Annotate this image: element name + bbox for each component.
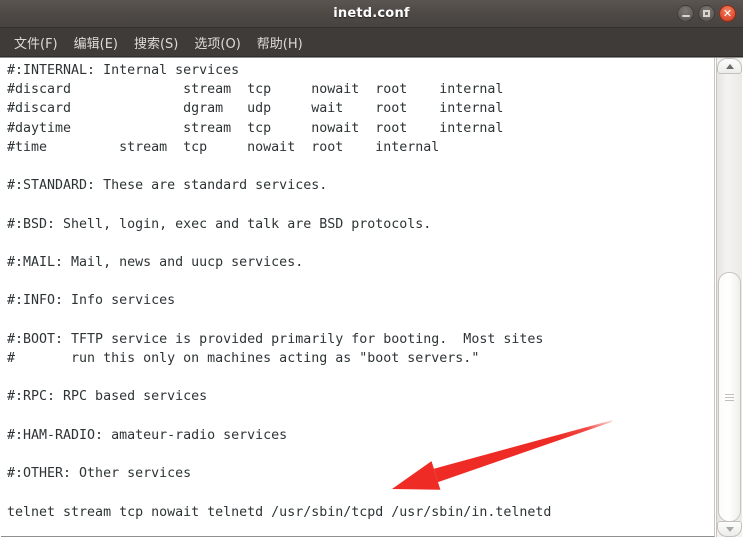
menu-item-file[interactable]: 文件(F) bbox=[6, 30, 66, 55]
minimize-icon bbox=[682, 15, 690, 17]
text-editor-area[interactable]: #:INTERNAL: Internal services #discard s… bbox=[1, 58, 715, 537]
minimize-button[interactable] bbox=[677, 5, 694, 22]
scrollbar-trough[interactable] bbox=[717, 74, 742, 522]
maximize-button[interactable] bbox=[698, 5, 715, 22]
scrollbar-thumb[interactable] bbox=[718, 272, 741, 522]
menu-item-search[interactable]: 搜索(S) bbox=[126, 30, 186, 55]
menu-item-options[interactable]: 选项(O) bbox=[186, 30, 248, 55]
menu-item-edit[interactable]: 编辑(E) bbox=[66, 30, 126, 55]
scroll-up-button[interactable] bbox=[717, 58, 742, 74]
chevron-up-icon bbox=[725, 63, 734, 69]
close-icon: ✕ bbox=[722, 6, 733, 20]
menu-item-help[interactable]: 帮助(H) bbox=[249, 30, 311, 55]
text-view-frame: #:INTERNAL: Internal services #discard s… bbox=[0, 57, 743, 539]
window-controls: ✕ bbox=[677, 5, 736, 22]
menu-bar: 文件(F) 编辑(E) 搜索(S) 选项(O) 帮助(H) bbox=[0, 28, 743, 57]
editor-window: inetd.conf ✕ 文件(F) 编辑(E) 搜索(S) 选项(O) 帮助(… bbox=[0, 0, 743, 539]
maximize-icon bbox=[703, 10, 710, 17]
file-content[interactable]: #:INTERNAL: Internal services #discard s… bbox=[1, 58, 714, 522]
close-button[interactable]: ✕ bbox=[719, 5, 736, 22]
chevron-down-icon bbox=[725, 526, 734, 532]
grip-icon bbox=[725, 393, 734, 401]
window-titlebar[interactable]: inetd.conf ✕ bbox=[0, 0, 743, 28]
scroll-down-button[interactable] bbox=[717, 521, 742, 537]
vertical-scrollbar[interactable] bbox=[716, 58, 742, 537]
window-title: inetd.conf bbox=[333, 6, 410, 21]
